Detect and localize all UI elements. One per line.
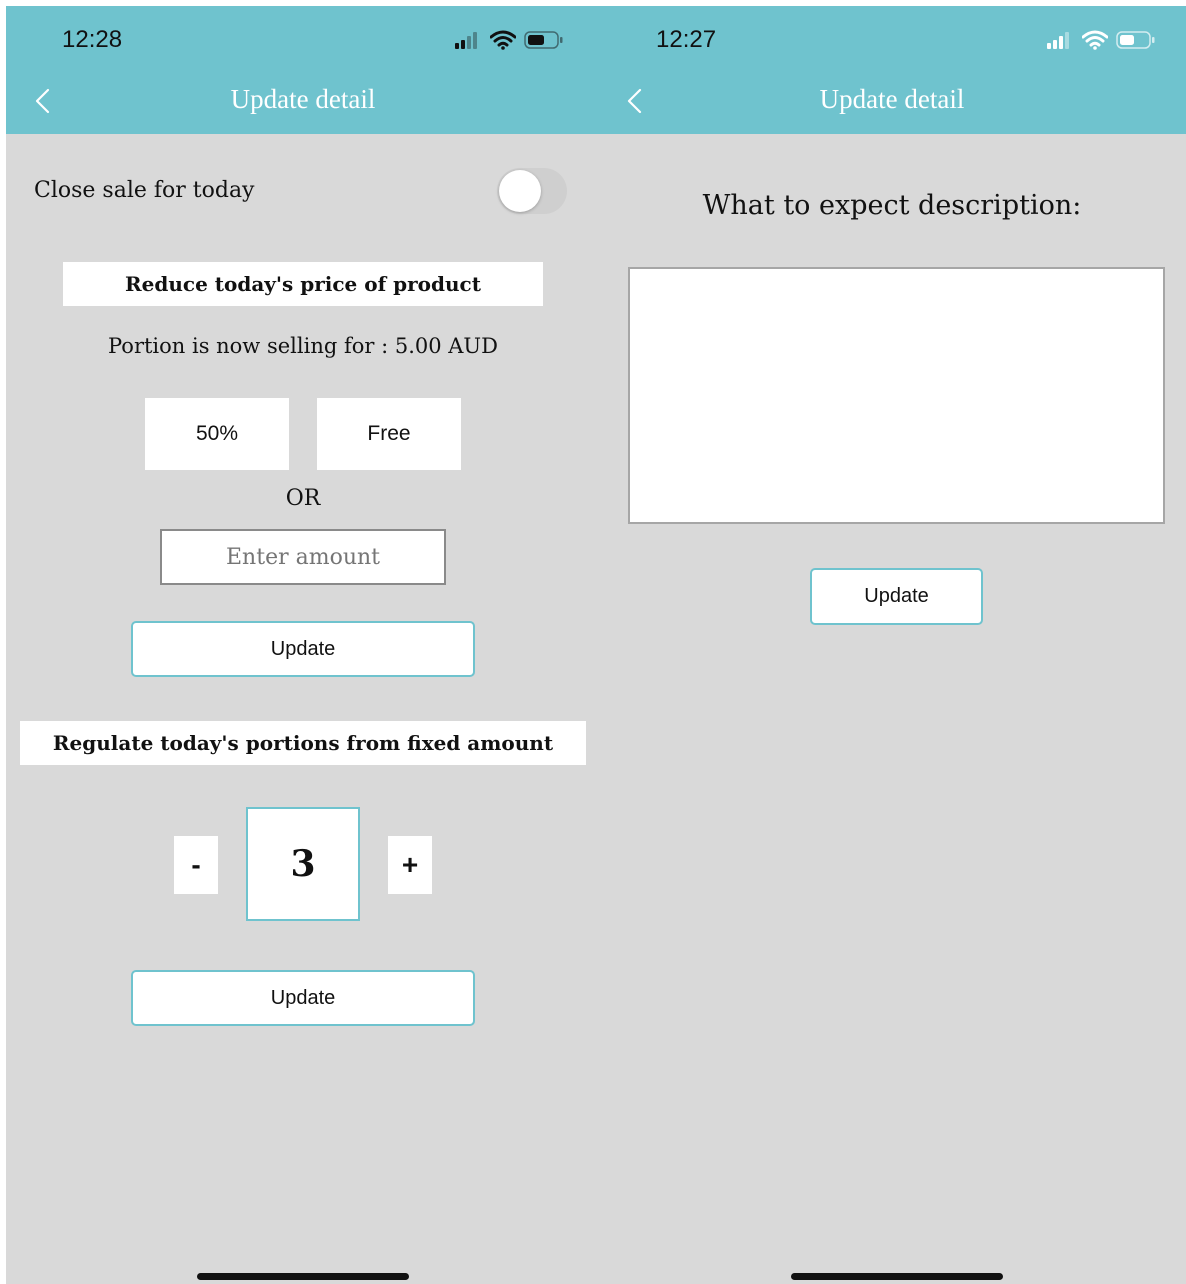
home-indicator	[791, 1273, 1003, 1280]
status-time: 12:28	[62, 26, 123, 53]
discount-50-button[interactable]: 50%	[145, 398, 289, 470]
nav-header: 12:28 Update detail	[6, 6, 600, 134]
discount-free-button[interactable]: Free	[317, 398, 461, 470]
nav-header: 12:27 Update detail	[598, 6, 1186, 134]
update-description-button[interactable]: Update	[810, 568, 983, 625]
cellular-signal-icon	[1047, 32, 1069, 49]
battery-icon	[524, 31, 563, 49]
battery-icon	[1116, 31, 1155, 49]
wifi-icon	[490, 30, 516, 50]
toggle-knob	[499, 170, 541, 212]
close-sale-label: Close sale for today	[34, 178, 255, 203]
regulate-portions-section-title: Regulate today's portions from fixed amo…	[20, 721, 586, 765]
status-icons	[1046, 30, 1156, 50]
description-textarea[interactable]	[628, 267, 1165, 524]
update-portions-button[interactable]: Update	[131, 970, 475, 1026]
wifi-icon	[1082, 30, 1108, 50]
amount-input[interactable]	[160, 529, 446, 585]
increment-button[interactable]: +	[388, 836, 432, 894]
price-info: Portion is now selling for : 5.00 AUD	[108, 334, 498, 358]
right-phone-screen: 12:27 Update detail What to expect descr…	[598, 6, 1186, 1284]
status-time: 12:27	[656, 26, 717, 53]
or-label: OR	[285, 486, 321, 511]
update-price-button[interactable]: Update	[131, 621, 475, 677]
left-phone-screen: 12:28 Update detail Close sale for today…	[6, 6, 600, 1284]
page-title: Update detail	[819, 84, 965, 114]
status-icons	[454, 30, 564, 50]
page-title: Update detail	[230, 84, 376, 114]
close-sale-toggle[interactable]	[497, 168, 567, 214]
home-indicator	[197, 1273, 409, 1280]
description-heading: What to expect description:	[702, 190, 1082, 221]
decrement-button[interactable]: -	[174, 836, 218, 894]
reduce-price-section-title: Reduce today's price of product	[63, 262, 543, 306]
portion-count-display[interactable]: 3	[246, 807, 360, 921]
cellular-signal-icon	[455, 32, 477, 49]
